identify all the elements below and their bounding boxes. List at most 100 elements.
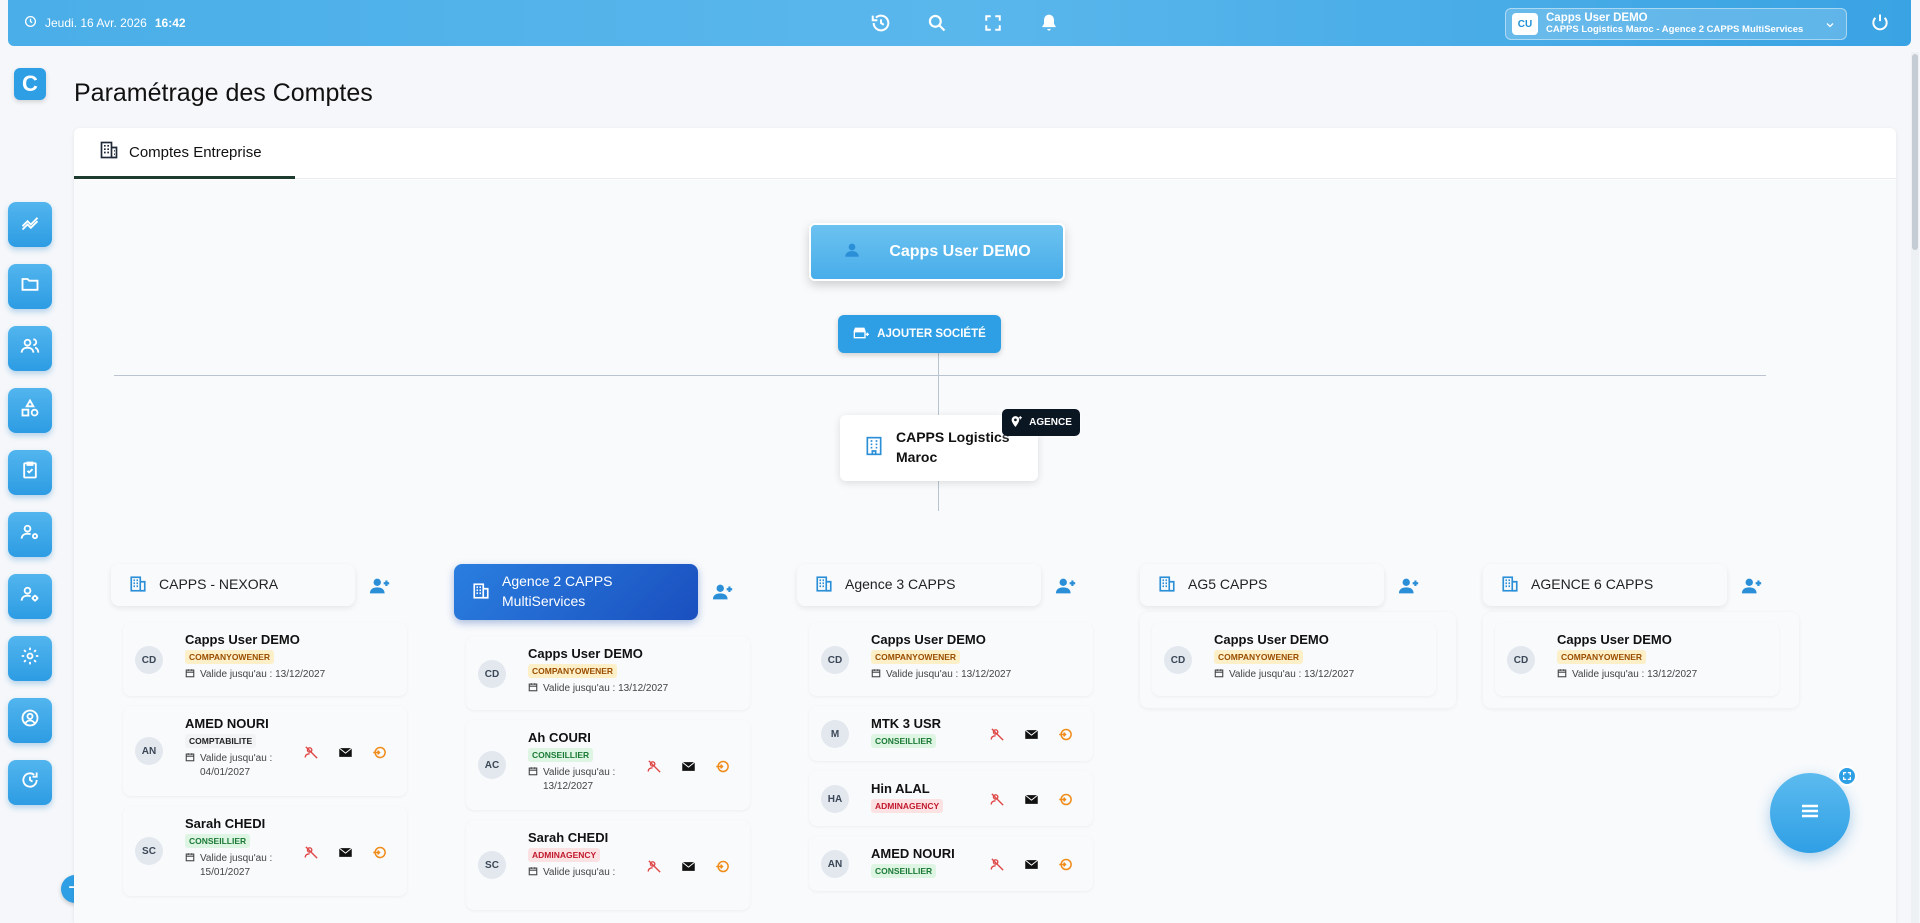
chevron-down-icon [1824,18,1836,36]
user-card[interactable]: AC Ah COURI CONSEILLIER Valide jusqu'au … [466,720,750,810]
search-icon[interactable] [926,12,948,34]
user-card[interactable]: SC Sarah CHEDI ADMINAGENCY Valide jusqu'… [466,820,750,910]
mail-icon[interactable] [680,758,697,775]
nav-settings-button[interactable] [8,636,52,681]
user-card[interactable]: CD Capps User DEMO COMPANYOWENER Valide … [1152,622,1436,696]
role-badge: COMPANYOWENER [1557,650,1647,664]
nav-folder-button[interactable] [8,264,52,309]
user-card[interactable]: CD Capps User DEMO COMPANYOWENER Valide … [1495,622,1779,696]
mail-icon[interactable] [337,844,354,861]
mail-icon[interactable] [1023,856,1040,873]
mail-icon[interactable] [337,744,354,761]
user-name: Capps User DEMO [871,632,986,647]
login-icon[interactable] [371,844,388,861]
bell-icon[interactable] [1038,12,1060,34]
mail-icon[interactable] [1023,791,1040,808]
scrollbar-thumb[interactable] [1912,54,1918,250]
add-user-icon[interactable] [367,573,393,599]
calendar-icon [185,852,195,865]
top-bar: Jeudi. 16 Avr. 2026 16:42 CU Capps User … [8,0,1911,46]
unassign-icon[interactable] [303,844,320,861]
calendar-icon [528,766,538,779]
nav-users-button[interactable] [8,326,52,371]
unassign-icon[interactable] [989,726,1006,743]
agency-name-line1: Agence 2 CAPPS [502,573,613,590]
unassign-icon[interactable] [989,856,1006,873]
user-name: Capps User DEMO [1214,632,1329,647]
add-agency-badge[interactable]: AGENCE [1002,409,1080,436]
unassign-icon[interactable] [646,858,663,875]
user-name: Capps User DEMO [185,632,300,647]
power-icon[interactable] [1870,12,1890,37]
menu-fab-button[interactable] [1770,773,1850,853]
role-badge: COMPANYOWENER [871,650,961,664]
login-icon[interactable] [1057,791,1074,808]
user-list: CD Capps User DEMO COMPANYOWENER Valide … [111,612,427,896]
root-user-name: Capps User DEMO [889,243,1031,260]
avatar: AN [821,850,849,878]
add-user-icon[interactable] [1396,573,1422,599]
user-gear-icon [20,522,40,547]
user-card[interactable]: CD Capps User DEMO COMPANYOWENER Valide … [466,636,750,710]
calendar-icon [1214,668,1224,681]
user-account-dropdown[interactable]: CU Capps User DEMO CAPPS Logistics Maroc… [1505,8,1847,40]
user-name: AMED NOURI [871,846,955,861]
login-icon[interactable] [1057,726,1074,743]
login-icon[interactable] [371,744,388,761]
connector-line [938,481,939,511]
avatar: CD [135,646,163,674]
role-badge: COMPTABILITE [185,734,257,748]
nav-profile-button[interactable] [8,698,52,743]
fullscreen-icon[interactable] [982,12,1004,34]
user-card[interactable]: AN AMED NOURI CONSEILLIER [809,836,1093,891]
login-icon[interactable] [714,858,731,875]
nav-refresh-button[interactable] [8,760,52,805]
history-icon[interactable] [870,12,892,34]
nav-user-settings-button[interactable] [8,512,52,557]
avatar: SC [478,851,506,879]
nav-tasks-button[interactable] [8,450,52,495]
mail-icon[interactable] [680,858,697,875]
validity: Valide jusqu'au : 13/12/2027 [1557,668,1697,682]
add-user-icon[interactable] [710,579,736,605]
validity: Valide jusqu'au : 13/12/2027 [528,682,668,696]
unassign-icon[interactable] [989,791,1006,808]
agency-header-active[interactable]: Agence 2 CAPPS MultiServices [454,564,698,620]
user-card[interactable]: HA Hin ALAL ADMINAGENCY [809,771,1093,826]
add-company-button[interactable]: AJOUTER SOCIÉTÉ [838,315,1001,353]
user-card[interactable]: CD Capps User DEMO COMPANYOWENER Valide … [809,622,1093,696]
nav-dashboard-button[interactable] [8,202,52,247]
role-badge: CONSEILLIER [185,834,251,848]
tab-comptes-entreprise[interactable]: Comptes Entreprise [74,128,295,179]
unassign-icon[interactable] [646,758,663,775]
add-user-icon[interactable] [1739,573,1765,599]
avatar: HA [821,785,849,813]
agency-header[interactable]: AG5 CAPPS [1140,564,1384,606]
add-user-icon[interactable] [1053,573,1079,599]
expand-icon[interactable] [1837,766,1857,786]
user-card[interactable]: CD Capps User DEMO COMPANYOWENER Valide … [123,622,407,696]
agency-header[interactable]: CAPPS - NEXORA [111,564,355,606]
app-logo[interactable]: C [14,68,46,100]
user-name: Ah COURI [528,730,591,745]
mail-icon[interactable] [1023,726,1040,743]
user-card[interactable]: AN AMED NOURI COMPTABILITE Valide jusqu'… [123,706,407,796]
validity: Valide jusqu'au :13/12/2027 [528,766,615,793]
root-user-node[interactable]: Capps User DEMO [809,223,1065,281]
nav-accounts-button[interactable] [8,574,52,619]
user-card[interactable]: SC Sarah CHEDI CONSEILLIER Valide jusqu'… [123,806,407,896]
user-cog-icon [20,584,40,609]
agency-header[interactable]: AGENCE 6 CAPPS [1483,564,1727,606]
gear-icon [20,646,40,671]
user-name: Sarah CHEDI [528,830,609,845]
location-plus-icon [1010,415,1023,431]
unassign-icon[interactable] [303,744,320,761]
agency-header[interactable]: Agence 3 CAPPS [797,564,1041,606]
login-icon[interactable] [714,758,731,775]
user-card[interactable]: M MTK 3 USR CONSEILLIER [809,706,1093,761]
role-badge: COMPANYOWENER [1214,650,1304,664]
date-time: Jeudi. 16 Avr. 2026 16:42 [24,15,186,31]
login-icon[interactable] [1057,856,1074,873]
role-badge: CONSEILLIER [871,734,937,748]
nav-shapes-button[interactable] [8,388,52,433]
